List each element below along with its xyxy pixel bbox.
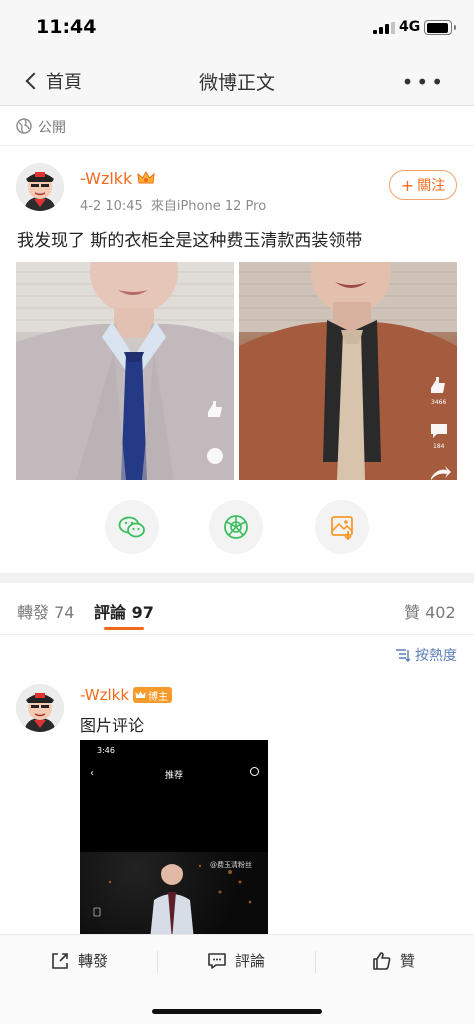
photo-1-illustration [16,262,234,480]
like-label: 贊 [400,952,416,970]
post-user-name[interactable]: -Wzlkk [80,169,132,188]
tab-like[interactable]: 贊 402 [404,599,456,623]
bottom-action-bar: 轉發 評論 贊 [0,934,474,1024]
comment-image-time: 3:46 [97,746,115,755]
comment-user-name[interactable]: -Wzlkk [80,686,129,704]
sort-button[interactable]: 按熱度 [395,645,457,665]
avatar-image [16,163,64,211]
tab-like-count: 402 [425,603,456,622]
comment-image-title: 推荐 [164,771,183,781]
post-time: 4-2 10:45 [80,199,143,214]
moments-icon [224,515,248,539]
nav-bar: 首頁 微博正文 ••• [0,56,474,106]
post-image-2[interactable]: 3466 184 [239,262,457,480]
photo-2-comment-count: 184 [433,443,445,450]
repost-button[interactable]: 轉發 [50,950,108,971]
battery-icon [424,20,456,35]
more-icon[interactable]: ••• [402,70,446,94]
crown-icon [135,691,146,698]
comment-text: 图片评论 [80,716,145,735]
status-bar: 11:44 4G [0,0,474,56]
post-text: 我发现了 斯的衣柜全是这种费玉清款西装领带 [17,231,363,251]
tab-repost[interactable]: 轉發 74 [17,599,74,623]
save-image-icon [331,516,353,540]
sort-icon [396,649,411,662]
tab-active-indicator [104,627,144,630]
home-indicator [152,1009,322,1014]
repost-label: 轉發 [78,952,109,970]
photo-2-like-count: 3466 [431,399,446,406]
avatar-image [16,684,64,732]
follow-label: 關注 [417,178,446,194]
comment-button[interactable]: 評論 [207,950,265,971]
avatar[interactable] [16,163,64,211]
tab-repost-label: 轉發 [17,603,50,622]
network-label: 4G [399,19,421,35]
comment-image-watermark: @费玉清粉丝 [210,861,252,869]
thumbs-up-icon [373,951,391,970]
share-wechat-button[interactable] [105,500,159,554]
sort-label: 按熱度 [415,648,457,664]
post-source: 來自iPhone 12 Pro [150,199,267,214]
comment-image[interactable]: 3:46 ‹ 推荐 @费玉清粉丝 [80,740,268,940]
repost-icon [52,952,68,969]
share-moments-button[interactable] [209,500,263,554]
divider [315,951,316,973]
visibility-label: 公開 [38,120,66,136]
tab-comment[interactable]: 評論 97 [94,599,154,623]
post-meta: 4-2 10:45 來自iPhone 12 Pro [80,195,266,214]
follow-button[interactable]: + 關注 [389,170,457,200]
divider [157,951,158,973]
signal-icon [373,22,395,34]
tab-comment-count: 97 [131,603,154,622]
tabs-bar: 轉發 74 評論 97 贊 402 [0,583,474,635]
like-button[interactable]: 贊 [372,950,415,971]
comment-avatar[interactable] [16,684,64,732]
save-image-button[interactable] [315,500,369,554]
comment-label: 評論 [235,952,266,970]
post-image-1[interactable] [16,262,234,480]
status-time: 11:44 [36,16,97,38]
tab-like-label: 贊 [404,603,421,622]
tab-comment-label: 評論 [94,603,127,622]
comment-icon [208,952,226,969]
search-icon [250,767,259,776]
photo-2-illustration: 3466 184 [239,262,457,480]
plus-icon: + [400,175,415,195]
visibility-row: 公開 [0,106,474,146]
author-badge-label: 博主 [148,691,168,703]
tab-repost-count: 74 [54,603,75,622]
crown-icon [137,171,155,184]
section-divider [0,573,474,583]
author-badge: 博主 [133,687,172,703]
globe-icon [16,118,32,134]
wechat-icon [118,516,145,538]
